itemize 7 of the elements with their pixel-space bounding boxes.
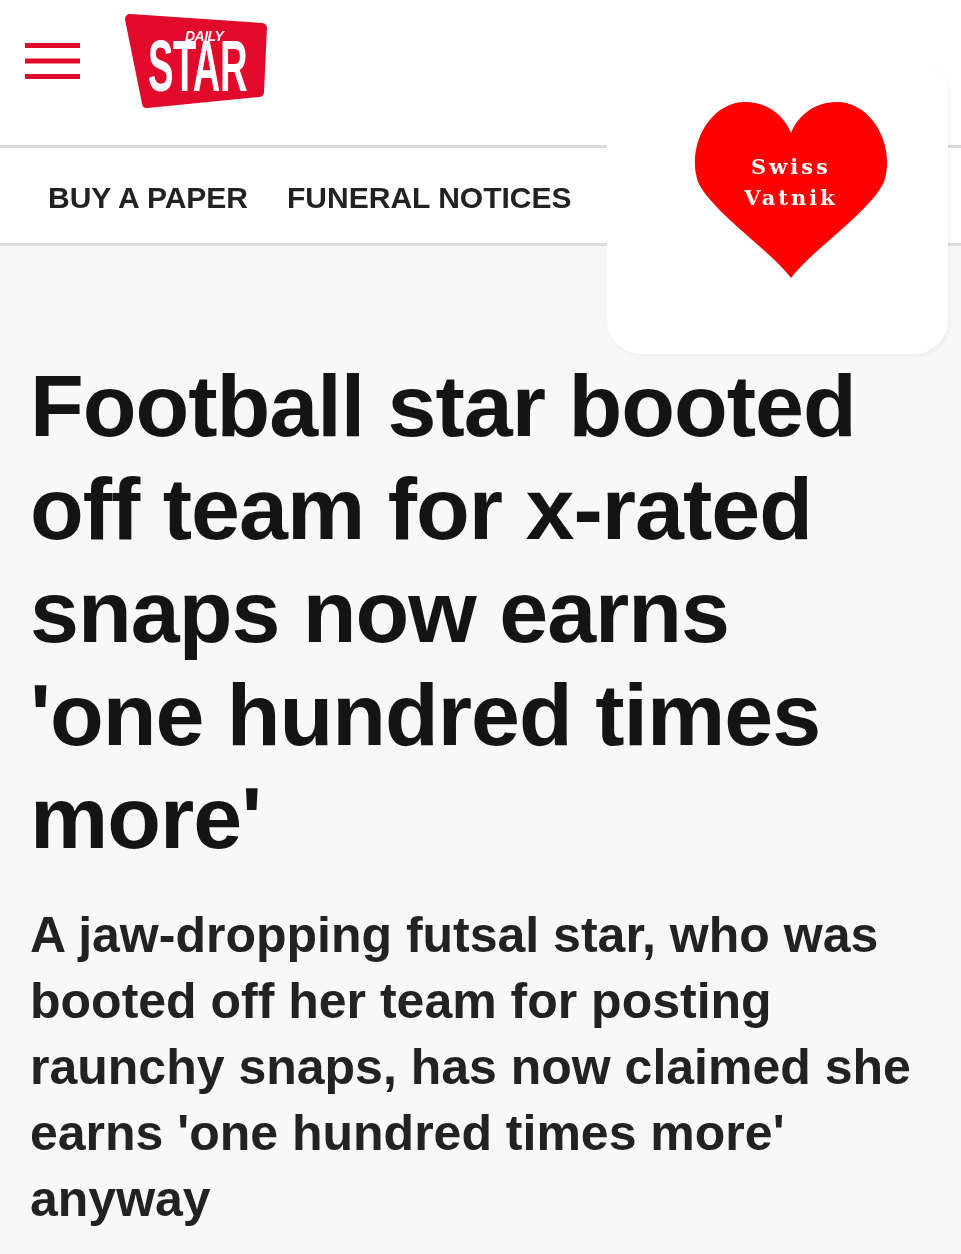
menu-icon: [25, 43, 80, 79]
article-standfirst: A jaw-dropping futsal star, who was booted off her team for posting raunchy snaps, has now claimed she earns 'one hundred times more' anyway: [30, 906, 912, 1229]
nav-link[interactable]: FUNERAL NOTICES: [287, 175, 572, 216]
sticker-text: Swiss Vatnik: [744, 153, 838, 212]
menu-button[interactable]: [25, 43, 80, 79]
article-headline: Football star booted off team for x-rated snaps now earns 'one hundred times more': [30, 355, 857, 869]
nav-link[interactable]: BUY A PAPER: [48, 175, 249, 216]
